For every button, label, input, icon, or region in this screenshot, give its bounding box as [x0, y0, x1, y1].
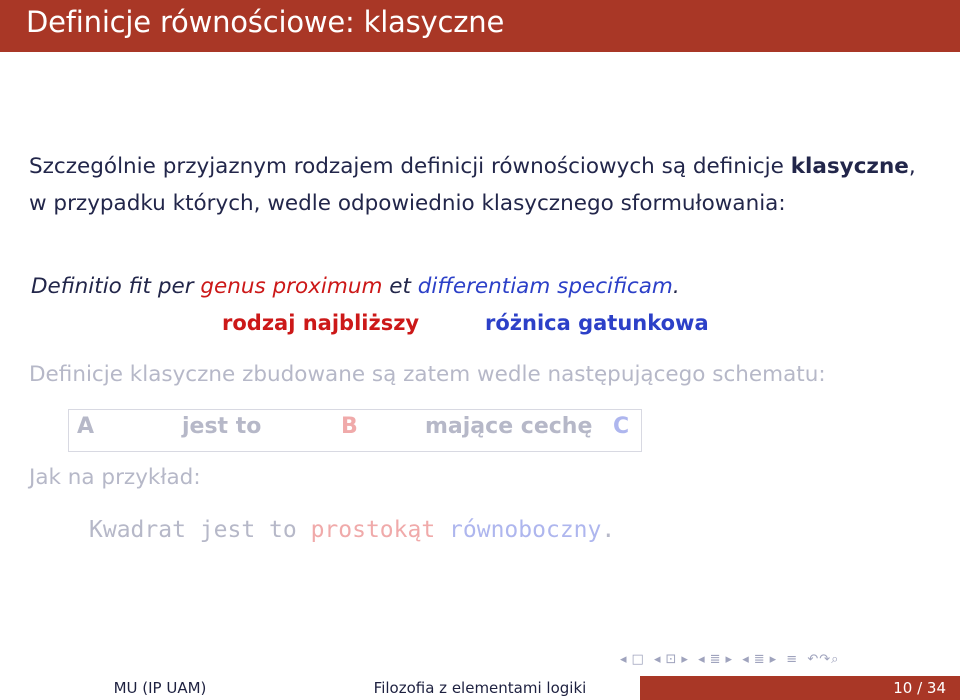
schema-jest-to: jest to	[182, 414, 262, 439]
schema-b: B	[341, 414, 358, 439]
nav-prev-sub-icon[interactable]: ◂	[698, 652, 706, 667]
beamer-navigation: ◂ □ ◂ ⊡ ▸ ◂ ≣ ▸ ◂ ≣ ▸ ≡ ↶↷⌕	[620, 652, 843, 670]
footer-page-number: 10 / 34	[640, 676, 960, 700]
nav-prev-slide-icon[interactable]: ◂	[742, 652, 750, 667]
example-differentia: równoboczny	[449, 517, 602, 543]
gloss-genus: rodzaj najbliższy	[222, 311, 420, 335]
footer: MU (IP UAM) Filozofia z elementami logik…	[0, 676, 960, 700]
footer-author: MU (IP UAM)	[0, 676, 320, 700]
nav-first-icon[interactable]: ◂	[620, 652, 628, 667]
schema-intro: Definicje klasyczne zbudowane są zatem w…	[29, 362, 826, 387]
schema-majace: mające cechę	[425, 414, 593, 439]
nav-section-icon[interactable]: ⊡	[666, 652, 678, 667]
example-intro: Jak na przykład:	[29, 465, 201, 490]
latin-genus: genus proximum	[200, 274, 383, 299]
latin-prefix: Definitio fit per	[31, 274, 201, 299]
intro-bold-term: klasyczne	[790, 154, 909, 179]
schema-box: A jest to B mające cechę C	[68, 409, 642, 452]
title-bar: Definicje równościowe: klasyczne	[0, 0, 960, 52]
example-sentence: Kwadrat jest to prostokąt równoboczny.	[89, 517, 615, 543]
nav-search-icon[interactable]: ↶↷⌕	[807, 652, 839, 667]
example-space	[435, 517, 449, 543]
latin-end: .	[672, 274, 680, 299]
nav-frame-icon[interactable]: □	[632, 652, 645, 667]
schema-c: C	[613, 414, 630, 439]
nav-prev-section-icon[interactable]: ◂	[654, 652, 662, 667]
schema-a: A	[77, 414, 95, 439]
latin-differentia: differentiam specificam	[417, 274, 673, 299]
example-genus: prostokąt	[310, 517, 436, 543]
nav-sub-icon[interactable]: ≣	[710, 652, 722, 667]
nav-next-sub-icon[interactable]: ▸	[726, 652, 734, 667]
nav-next-section-icon[interactable]: ▸	[681, 652, 689, 667]
gloss-differentia: różnica gatunkowa	[485, 311, 709, 335]
example-end: .	[601, 517, 616, 543]
example-text: Kwadrat jest to	[89, 517, 311, 543]
nav-next-slide-icon[interactable]: ▸	[770, 652, 778, 667]
intro-text-1: Szczególnie przyjaznym rodzajem definicj…	[29, 154, 791, 179]
nav-align-icon[interactable]: ≡	[786, 652, 798, 667]
slide-title: Definicje równościowe: klasyczne	[26, 5, 505, 39]
footer-course: Filozofia z elementami logiki	[320, 676, 640, 700]
nav-slide-icon[interactable]: ≣	[754, 652, 766, 667]
latin-formula: Definitio fit per genus proximum et diff…	[31, 274, 680, 299]
intro-paragraph: Szczególnie przyjaznym rodzajem definicj…	[29, 148, 929, 222]
latin-middle: et	[382, 274, 418, 299]
